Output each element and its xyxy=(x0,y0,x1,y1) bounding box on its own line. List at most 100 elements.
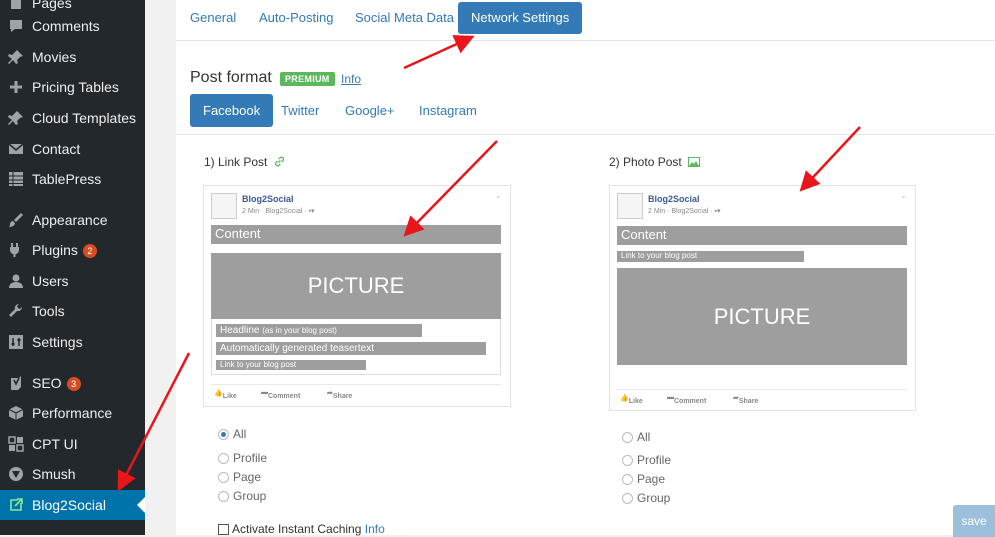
premium-badge: PREMIUM xyxy=(280,72,335,86)
tab-facebook[interactable]: Facebook xyxy=(190,94,274,127)
tab-auto-posting[interactable]: Auto-Posting xyxy=(246,2,346,34)
radio[interactable] xyxy=(218,471,229,483)
link-option-group[interactable]: Group xyxy=(218,487,266,505)
image-icon xyxy=(688,156,701,170)
chevron-down-icon: ⌄ xyxy=(495,191,502,200)
comment-action: ▬ Comment xyxy=(667,394,707,405)
sidebar-item-label: Users xyxy=(32,273,69,289)
preview-author: Blog2Social xyxy=(242,194,294,204)
sidebar-item-smush[interactable]: Smush xyxy=(0,459,145,489)
tab-instagram[interactable]: Instagram xyxy=(406,94,490,127)
table-icon xyxy=(7,170,25,188)
link-option-profile[interactable]: Profile xyxy=(218,449,267,467)
link-option-page[interactable]: Page xyxy=(218,468,261,486)
settings-icon xyxy=(7,333,25,351)
sidebar-item-users[interactable]: Users xyxy=(0,266,145,296)
sidebar-item-label: TablePress xyxy=(32,171,102,187)
sidebar-item-label: Settings xyxy=(32,334,83,350)
pin-icon xyxy=(7,48,25,66)
sidebar-item-cloud-templates[interactable]: Cloud Templates xyxy=(0,103,145,133)
sidebar-item-performance[interactable]: Performance xyxy=(0,398,145,428)
radio[interactable] xyxy=(218,452,229,464)
wrench-icon xyxy=(7,302,25,320)
link-post-preview[interactable]: Blog2Social 2 Min · Blog2Social · ▪▾ ⌄ C… xyxy=(203,185,511,407)
tab-network-settings[interactable]: Network Settings xyxy=(458,2,583,34)
smush-icon xyxy=(7,465,25,483)
sidebar-item-pricing-tables[interactable]: Pricing Tables xyxy=(0,72,145,102)
preview-author: Blog2Social xyxy=(648,194,700,204)
photo-option-all[interactable]: All xyxy=(622,428,650,446)
photo-option-page[interactable]: Page xyxy=(622,470,665,488)
tab-general[interactable]: General xyxy=(177,2,249,34)
save-button[interactable]: save xyxy=(953,505,995,537)
sidebar-item-contact[interactable]: Contact xyxy=(0,134,145,164)
sidebar-item-label: CPT UI xyxy=(32,436,78,452)
sidebar-item-label: Movies xyxy=(32,49,77,65)
tab-social-meta-data[interactable]: Social Meta Data xyxy=(342,2,467,34)
sidebar-item-blog2social[interactable]: Blog2Social xyxy=(0,490,145,520)
seo-notification-badge: 3 xyxy=(66,377,81,392)
sidebar-item-label: Pages xyxy=(32,0,72,11)
preview-actions: 👍 Like ▬ Comment ➦ Share xyxy=(617,389,907,406)
sidebar-item-label: Comments xyxy=(32,18,100,34)
picture-placeholder: PICTURE xyxy=(211,253,501,319)
sidebar-item-appearance[interactable]: Appearance xyxy=(0,205,145,235)
instant-caching-label: Activate Instant Caching Info xyxy=(232,522,385,536)
photo-option-group[interactable]: Group xyxy=(622,489,670,507)
radio[interactable] xyxy=(622,492,633,504)
radio[interactable] xyxy=(622,431,633,443)
sidebar-item-label: Tools xyxy=(32,303,65,319)
sidebar-item-comments[interactable]: Comments xyxy=(0,11,145,41)
preview-actions: 👍 Like ▬ Comment ➦ Share xyxy=(211,384,501,401)
sidebar-item-plugins[interactable]: Plugins 2 xyxy=(0,235,145,265)
photo-post-preview[interactable]: Blog2Social 2 Min · Blog2Social · ▪▾ ⌄ C… xyxy=(609,185,916,411)
photo-option-profile[interactable]: Profile xyxy=(622,451,671,469)
admin-sidebar: Pages Comments Movies Pricing Tables Clo… xyxy=(0,0,145,535)
tab-google-plus[interactable]: Google+ xyxy=(332,94,408,127)
sidebar-item-label: Performance xyxy=(32,405,113,421)
preview-meta: 2 Min · Blog2Social · ▪▾ xyxy=(242,208,315,215)
performance-icon xyxy=(7,404,25,422)
headline-placeholder: Headline (as in your blog post) xyxy=(216,324,422,337)
sidebar-item-label: Appearance xyxy=(32,212,108,228)
network-settings-panel: General Auto-Posting Social Meta Data Ne… xyxy=(176,0,995,536)
link-icon xyxy=(274,156,285,170)
link-post-title: 1) Link Post xyxy=(204,155,285,170)
sidebar-item-settings[interactable]: Settings xyxy=(0,327,145,357)
sidebar-item-cpt-ui[interactable]: CPT UI xyxy=(0,429,145,459)
instant-caching-info-link[interactable]: Info xyxy=(365,522,385,536)
teaser-placeholder: Automatically generated teasertext xyxy=(216,342,486,355)
grid-icon xyxy=(7,435,25,453)
audience-icon: ▪▾ xyxy=(308,208,315,215)
radio[interactable] xyxy=(622,454,633,466)
comment-action: ▬ Comment xyxy=(261,389,301,400)
network-tabs: Facebook Twitter Google+ Instagram xyxy=(176,94,995,135)
link-placeholder: Link to your blog post xyxy=(216,360,366,370)
link-option-all[interactable]: All xyxy=(218,425,246,443)
sidebar-item-label: Blog2Social xyxy=(32,497,106,513)
preview-meta: 2 Min · Blog2Social · ▪▾ xyxy=(648,208,721,215)
radio[interactable] xyxy=(218,490,229,502)
post-format-info-link[interactable]: Info xyxy=(341,72,361,86)
instant-caching-checkbox[interactable] xyxy=(218,524,229,535)
sidebar-item-tools[interactable]: Tools xyxy=(0,296,145,326)
sidebar-item-tablepress[interactable]: TablePress xyxy=(0,164,145,194)
sidebar-item-label: Cloud Templates xyxy=(32,110,137,126)
radio[interactable] xyxy=(622,473,633,485)
tab-twitter[interactable]: Twitter xyxy=(268,94,332,127)
sidebar-item-movies[interactable]: Movies xyxy=(0,42,145,72)
comments-icon xyxy=(7,17,25,35)
pin-icon xyxy=(7,109,25,127)
radio[interactable] xyxy=(218,428,229,440)
plugin-icon xyxy=(7,241,25,259)
brush-icon xyxy=(7,211,25,229)
user-icon xyxy=(7,272,25,290)
like-action: 👍 Like xyxy=(214,390,237,400)
content-placeholder: Content xyxy=(211,225,501,244)
chevron-down-icon: ⌄ xyxy=(900,191,907,200)
like-action: 👍 Like xyxy=(620,395,643,405)
settings-tabs: General Auto-Posting Social Meta Data Ne… xyxy=(176,0,995,41)
content-placeholder: Content xyxy=(617,226,907,245)
sidebar-item-seo[interactable]: SEO 3 xyxy=(0,368,145,398)
audience-icon: ▪▾ xyxy=(714,208,721,215)
